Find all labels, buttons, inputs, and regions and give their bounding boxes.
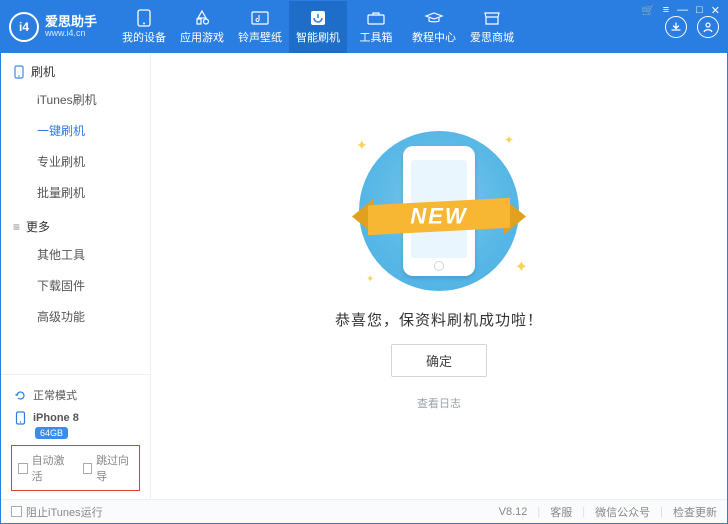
nav-label: 教程中心 bbox=[412, 29, 456, 45]
top-nav: 我的设备 应用游戏 铃声壁纸 智能刷机 工具箱 教程中心 bbox=[115, 1, 521, 53]
new-ribbon: NEW bbox=[354, 194, 524, 240]
minimize-icon[interactable]: — bbox=[677, 4, 688, 17]
apps-icon bbox=[192, 10, 212, 26]
sidebar-item-other-tools[interactable]: 其他工具 bbox=[1, 239, 150, 270]
list-icon: ≡ bbox=[13, 220, 20, 234]
sidebar: 刷机 iTunes刷机 一键刷机 专业刷机 批量刷机 ≡ 更多 其他工具 下载固… bbox=[1, 53, 151, 499]
section-title-text: 更多 bbox=[26, 218, 50, 235]
sidebar-item-pro-flash[interactable]: 专业刷机 bbox=[1, 146, 150, 177]
brand-name: 爱思助手 bbox=[45, 15, 97, 29]
header: i4 爱思助手 www.i4.cn 我的设备 应用游戏 铃声壁纸 智能刷机 bbox=[1, 1, 727, 53]
nav-label: 我的设备 bbox=[122, 29, 166, 45]
device-icon bbox=[134, 10, 154, 26]
success-illustration: ✦✦ ✦✦ NEW bbox=[344, 131, 534, 291]
nav-label: 铃声壁纸 bbox=[238, 29, 282, 45]
auto-activate-checkbox[interactable]: 自动激活 bbox=[18, 452, 69, 484]
sidebar-item-itunes-flash[interactable]: iTunes刷机 bbox=[1, 84, 150, 115]
view-log-link[interactable]: 查看日志 bbox=[417, 395, 461, 411]
nav-ringtones[interactable]: 铃声壁纸 bbox=[231, 1, 289, 53]
maximize-icon[interactable]: □ bbox=[696, 4, 703, 17]
main-panel: ✦✦ ✦✦ NEW 恭喜您，保资料刷机成功啦！ 确定 查看日志 bbox=[151, 53, 727, 499]
nav-label: 工具箱 bbox=[360, 29, 393, 45]
nav-toolbox[interactable]: 工具箱 bbox=[347, 1, 405, 53]
download-button[interactable] bbox=[665, 16, 687, 38]
menu-icon[interactable]: ≡ bbox=[663, 4, 669, 17]
checkbox-label: 自动激活 bbox=[32, 452, 69, 484]
device-mode[interactable]: 正常模式 bbox=[11, 383, 140, 407]
footer: 阻止iTunes运行 V8.12 | 客服 | 微信公众号 | 检查更新 bbox=[1, 499, 727, 523]
sidebar-item-download-firmware[interactable]: 下载固件 bbox=[1, 270, 150, 301]
wallpaper-icon bbox=[250, 10, 270, 26]
nav-flash[interactable]: 智能刷机 bbox=[289, 1, 347, 53]
ok-button[interactable]: 确定 bbox=[391, 344, 487, 377]
nav-my-device[interactable]: 我的设备 bbox=[115, 1, 173, 53]
logo-icon: i4 bbox=[9, 12, 39, 42]
window-controls: 🛒 ≡ — □ ✕ bbox=[641, 4, 720, 17]
logo[interactable]: i4 爱思助手 www.i4.cn bbox=[9, 12, 97, 42]
check-update-link[interactable]: 检查更新 bbox=[673, 504, 717, 520]
phone-icon bbox=[13, 65, 25, 79]
nav-label: 应用游戏 bbox=[180, 29, 224, 45]
section-title-text: 刷机 bbox=[31, 63, 55, 80]
flash-icon bbox=[308, 10, 328, 26]
nav-label: 爱思商城 bbox=[470, 29, 514, 45]
options-highlight: 自动激活 跳过向导 bbox=[11, 445, 140, 491]
wechat-link[interactable]: 微信公众号 bbox=[595, 504, 650, 520]
store-icon bbox=[482, 10, 502, 26]
device-info[interactable]: iPhone 8 bbox=[11, 407, 140, 429]
skip-guide-checkbox[interactable]: 跳过向导 bbox=[83, 452, 134, 484]
tutorial-icon bbox=[424, 10, 444, 26]
sidebar-item-batch-flash[interactable]: 批量刷机 bbox=[1, 177, 150, 208]
checkbox-label: 跳过向导 bbox=[96, 452, 133, 484]
account-button[interactable] bbox=[697, 16, 719, 38]
device-name: iPhone 8 bbox=[33, 412, 79, 424]
brand-url: www.i4.cn bbox=[45, 29, 97, 39]
sidebar-section-more[interactable]: ≡ 更多 bbox=[1, 208, 150, 239]
nav-tutorials[interactable]: 教程中心 bbox=[405, 1, 463, 53]
refresh-icon bbox=[13, 388, 27, 402]
storage-badge: 64GB bbox=[35, 427, 68, 439]
nav-label: 智能刷机 bbox=[296, 29, 340, 45]
toolbox-icon bbox=[366, 10, 386, 26]
sidebar-item-advanced[interactable]: 高级功能 bbox=[1, 301, 150, 332]
nav-store[interactable]: 爱思商城 bbox=[463, 1, 521, 53]
sidebar-item-oneclick-flash[interactable]: 一键刷机 bbox=[1, 115, 150, 146]
success-message: 恭喜您，保资料刷机成功啦！ bbox=[335, 309, 543, 330]
phone-icon bbox=[13, 411, 27, 425]
version-text: V8.12 bbox=[499, 506, 528, 518]
checkbox-label: 阻止iTunes运行 bbox=[26, 504, 103, 520]
nav-apps[interactable]: 应用游戏 bbox=[173, 1, 231, 53]
close-icon[interactable]: ✕ bbox=[711, 4, 720, 17]
block-itunes-checkbox[interactable]: 阻止iTunes运行 bbox=[11, 504, 103, 520]
mode-text: 正常模式 bbox=[33, 387, 77, 403]
support-link[interactable]: 客服 bbox=[550, 504, 572, 520]
cart-icon[interactable]: 🛒 bbox=[641, 4, 655, 17]
sidebar-section-flash[interactable]: 刷机 bbox=[1, 53, 150, 84]
